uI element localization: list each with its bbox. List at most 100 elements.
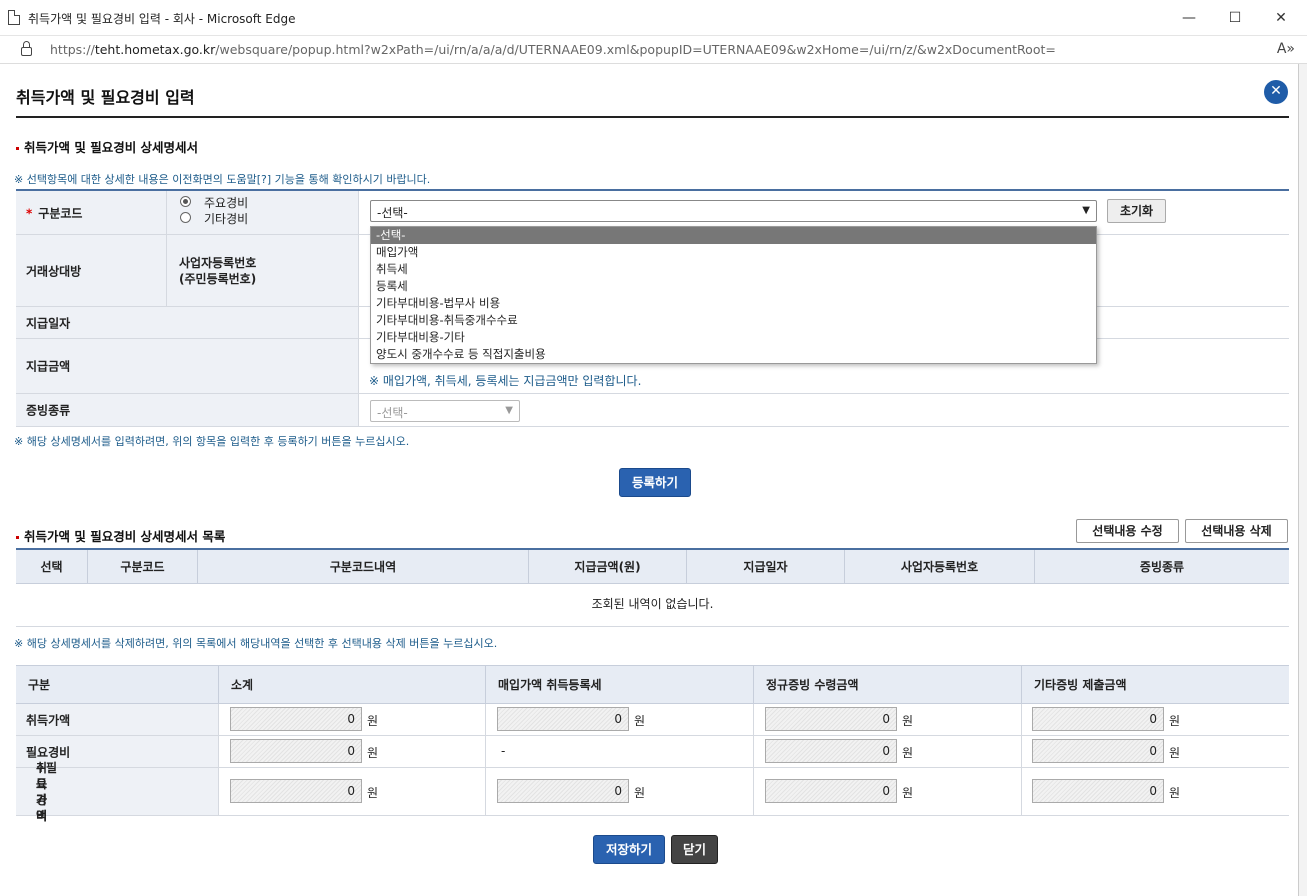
page-icon	[8, 10, 20, 25]
acq-regular-field[interactable]: 0	[765, 707, 897, 731]
total-subtotal-field[interactable]: 0	[230, 779, 362, 803]
summary-table: 구분 소계 매입가액 취득등록세 정규증빙 수령금액 기타증빙 제출금액 취득가…	[16, 665, 1289, 823]
summary-row-label: 취득가액	[16, 704, 219, 735]
address-bar: https://teht.hometax.go.kr/websquare/pop…	[0, 36, 1307, 64]
pay-amount-label-cell: 지급금액	[16, 339, 359, 393]
summary-header-row: 구분 소계 매입가액 취득등록세 정규증빙 수령금액 기타증빙 제출금액	[16, 666, 1289, 704]
code-radio-cell: 주요경비 기타경비	[167, 191, 359, 234]
register-button[interactable]: 등록하기	[619, 468, 691, 497]
pay-amount-label: 지급금액	[26, 359, 71, 374]
pay-date-label: 지급일자	[26, 316, 71, 330]
unit-label: 원	[902, 786, 914, 800]
total-regular-field[interactable]: 0	[765, 779, 897, 803]
unit-label: 원	[634, 786, 646, 800]
total-purchase-field[interactable]: 0	[497, 779, 629, 803]
chevron-down-icon: ▼	[1082, 205, 1090, 216]
bizno-label-sub: (주민등록번호)	[179, 272, 257, 286]
lock-icon[interactable]	[21, 41, 32, 56]
code-select[interactable]: -선택- ▼	[370, 200, 1097, 222]
summary-row-label: 취득가액 +필요경비	[16, 761, 219, 823]
detail-form: * 구분코드 주요경비 기타경비 -선택- ▼ 초기화 거래상대방 사업자등록번호 …	[16, 189, 1289, 427]
code-dropdown-list[interactable]: -선택- 매입가액 취득세 등록세 기타부대비용-법무사 비용 기타부대비용-취득중개수수…	[370, 226, 1097, 364]
sum-col-category: 구분	[16, 666, 219, 704]
summary-row-acquisition: 취득가액 0원 0원 0원 0원	[16, 704, 1289, 736]
radio-main-expense[interactable]	[180, 196, 191, 207]
window-title: 취득가액 및 필요경비 입력 - 회사 - Microsoft Edge	[28, 12, 296, 26]
chevron-down-icon: ▼	[505, 405, 513, 416]
dropdown-option[interactable]: 기타부대비용-취득중개수수료	[371, 312, 1096, 329]
popup-close-icon[interactable]: ✕	[1264, 80, 1288, 104]
unit-label: 원	[367, 786, 379, 800]
radio-other-expense[interactable]	[180, 212, 191, 223]
sum-col-purchase: 매입가액 취득등록세	[486, 666, 754, 704]
evidence-label-cell: 증빙종류	[16, 394, 359, 426]
acq-subtotal-field[interactable]: 0	[230, 707, 362, 731]
help-note: ※ 선택항목에 대한 상세한 내용은 이전화면의 도움말[?] 기능을 통해 확…	[14, 173, 431, 186]
total-other-field[interactable]: 0	[1032, 779, 1164, 803]
col-pay-date: 지급일자	[687, 550, 845, 584]
required-mark: *	[26, 206, 33, 220]
col-code: 구분코드	[88, 550, 198, 584]
col-evidence: 증빙종류	[1139, 560, 1185, 574]
sum-col-regular: 정규증빙 수령금액	[754, 666, 1022, 704]
bizno-label-cell: 사업자등록번호 (주민등록번호)	[167, 235, 359, 306]
radio-main-label[interactable]: 주요경비	[204, 194, 248, 211]
close-button[interactable]: 닫기	[671, 835, 718, 864]
title-divider	[16, 116, 1289, 118]
dropdown-option[interactable]: 기타부대비용-법무사 비용	[371, 295, 1096, 312]
unit-label: 원	[1169, 786, 1181, 800]
pay-amount-note: ※ 매입가액, 취득세, 등록세는 지급금액만 입력합니다.	[369, 374, 642, 388]
dropdown-option[interactable]: -선택-	[371, 227, 1096, 244]
col-select: 선택	[16, 550, 88, 584]
summary-row-total: 취득가액 +필요경비 0원 0원 0원 0원	[16, 761, 1289, 823]
evidence-row: 증빙종류 -선택- ▼	[16, 394, 1289, 427]
dropdown-option[interactable]: 등록세	[371, 278, 1096, 295]
detail-section-title: 취득가액 및 필요경비 상세명세서	[16, 137, 198, 156]
empty-list-message: 조회된 내역이 없습니다.	[16, 584, 1289, 627]
acq-purchase-field[interactable]: 0	[497, 707, 629, 731]
code-label: 구분코드	[38, 206, 83, 220]
unit-label: 원	[902, 714, 914, 728]
bizno-label: 사업자등록번호	[179, 256, 257, 270]
acq-other-field[interactable]: 0	[1032, 707, 1164, 731]
exp-regular-field[interactable]: 0	[765, 739, 897, 763]
minimize-button[interactable]: —	[1174, 6, 1204, 30]
radio-other-label[interactable]: 기타경비	[204, 210, 248, 227]
read-aloud-icon[interactable]: A»	[1277, 41, 1295, 57]
evidence-select[interactable]: -선택- ▼	[370, 400, 520, 422]
register-note: ※ 해당 상세명세서를 입력하려면, 위의 항목을 입력한 후 등록하기 버튼을…	[14, 435, 410, 448]
dropdown-option[interactable]: 매입가액	[371, 244, 1096, 261]
save-button[interactable]: 저장하기	[593, 835, 665, 864]
unit-label: 원	[634, 714, 646, 728]
list-header-row: 선택 구분코드 구분코드내역 지급금액(원) 지급일자 사업자등록번호 증빙종류	[16, 550, 1289, 584]
pay-date-label-cell: 지급일자	[16, 307, 359, 338]
dropdown-option[interactable]: 취득세	[371, 261, 1096, 278]
sum-col-other: 기타증빙 제출금액	[1034, 678, 1127, 692]
col-code-desc: 구분코드내역	[198, 550, 529, 584]
exp-other-field[interactable]: 0	[1032, 739, 1164, 763]
dropdown-option[interactable]: 양도시 중개수수료 등 직접지출비용	[371, 346, 1096, 363]
maximize-button[interactable]: ☐	[1220, 6, 1250, 30]
partner-label-cell: 거래상대방	[16, 235, 167, 306]
detail-list-table: 선택 구분코드 구분코드내역 지급금액(원) 지급일자 사업자등록번호 증빙종류…	[16, 548, 1289, 627]
edit-selected-button[interactable]: 선택내용 수정	[1076, 519, 1179, 543]
list-section-title: 취득가액 및 필요경비 상세명세서 목록	[16, 526, 225, 545]
reset-button[interactable]: 초기화	[1107, 199, 1166, 223]
evidence-label: 증빙종류	[26, 403, 71, 418]
unit-label: 원	[1169, 714, 1181, 728]
unit-label: 원	[1169, 746, 1181, 760]
url-text[interactable]: https://teht.hometax.go.kr/websquare/pop…	[50, 42, 1056, 57]
window-right-edge	[1298, 64, 1307, 896]
col-pay-amount: 지급금액(원)	[529, 550, 687, 584]
window-close-button[interactable]: ✕	[1266, 6, 1296, 30]
dropdown-option[interactable]: 기타부대비용-기타	[371, 329, 1096, 346]
delete-note: ※ 해당 상세명세서를 삭제하려면, 위의 목록에서 해당내역을 선택한 후 선…	[14, 637, 498, 650]
partner-label: 거래상대방	[26, 264, 82, 278]
code-label-cell: * 구분코드	[16, 191, 167, 234]
unit-label: 원	[367, 714, 379, 728]
exp-subtotal-field[interactable]: 0	[230, 739, 362, 763]
col-bizno: 사업자등록번호	[845, 550, 1035, 584]
exp-purchase-dash: -	[501, 744, 506, 758]
delete-selected-button[interactable]: 선택내용 삭제	[1185, 519, 1288, 543]
window-titlebar: 취득가액 및 필요경비 입력 - 회사 - Microsoft Edge — ☐…	[0, 0, 1307, 36]
